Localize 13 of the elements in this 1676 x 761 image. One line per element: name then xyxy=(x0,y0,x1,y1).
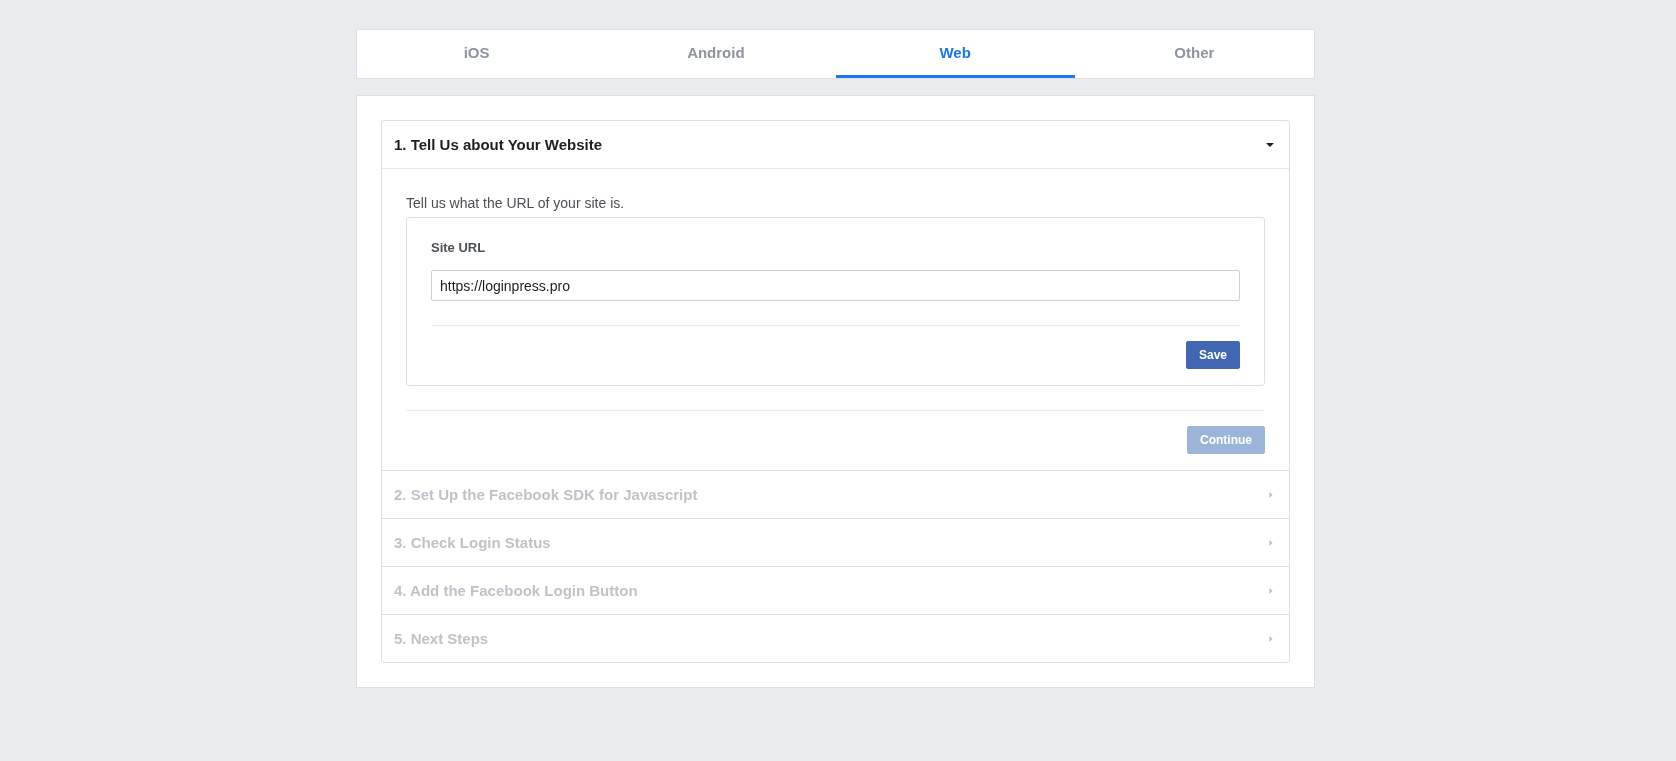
platform-tab[interactable]: Web xyxy=(835,30,1075,78)
field-label: Site URL xyxy=(431,240,487,255)
step-header[interactable]: 1. Tell Us about Your Website xyxy=(382,121,1289,168)
caret-icon xyxy=(1267,586,1275,595)
caret-icon xyxy=(1267,538,1275,547)
save-button[interactable]: Save xyxy=(1185,341,1240,369)
platform-tab[interactable]: iOS xyxy=(357,30,597,78)
site-url-field[interactable]: https://loginpress.pro xyxy=(431,270,1240,301)
caret-icon xyxy=(1267,490,1275,499)
platform-tab[interactable]: Other xyxy=(1074,30,1314,78)
caret-icon xyxy=(1267,634,1275,643)
instruction-text: Tell us what the URL of your site is. xyxy=(406,195,626,211)
platform-tab[interactable]: Android xyxy=(596,30,836,78)
